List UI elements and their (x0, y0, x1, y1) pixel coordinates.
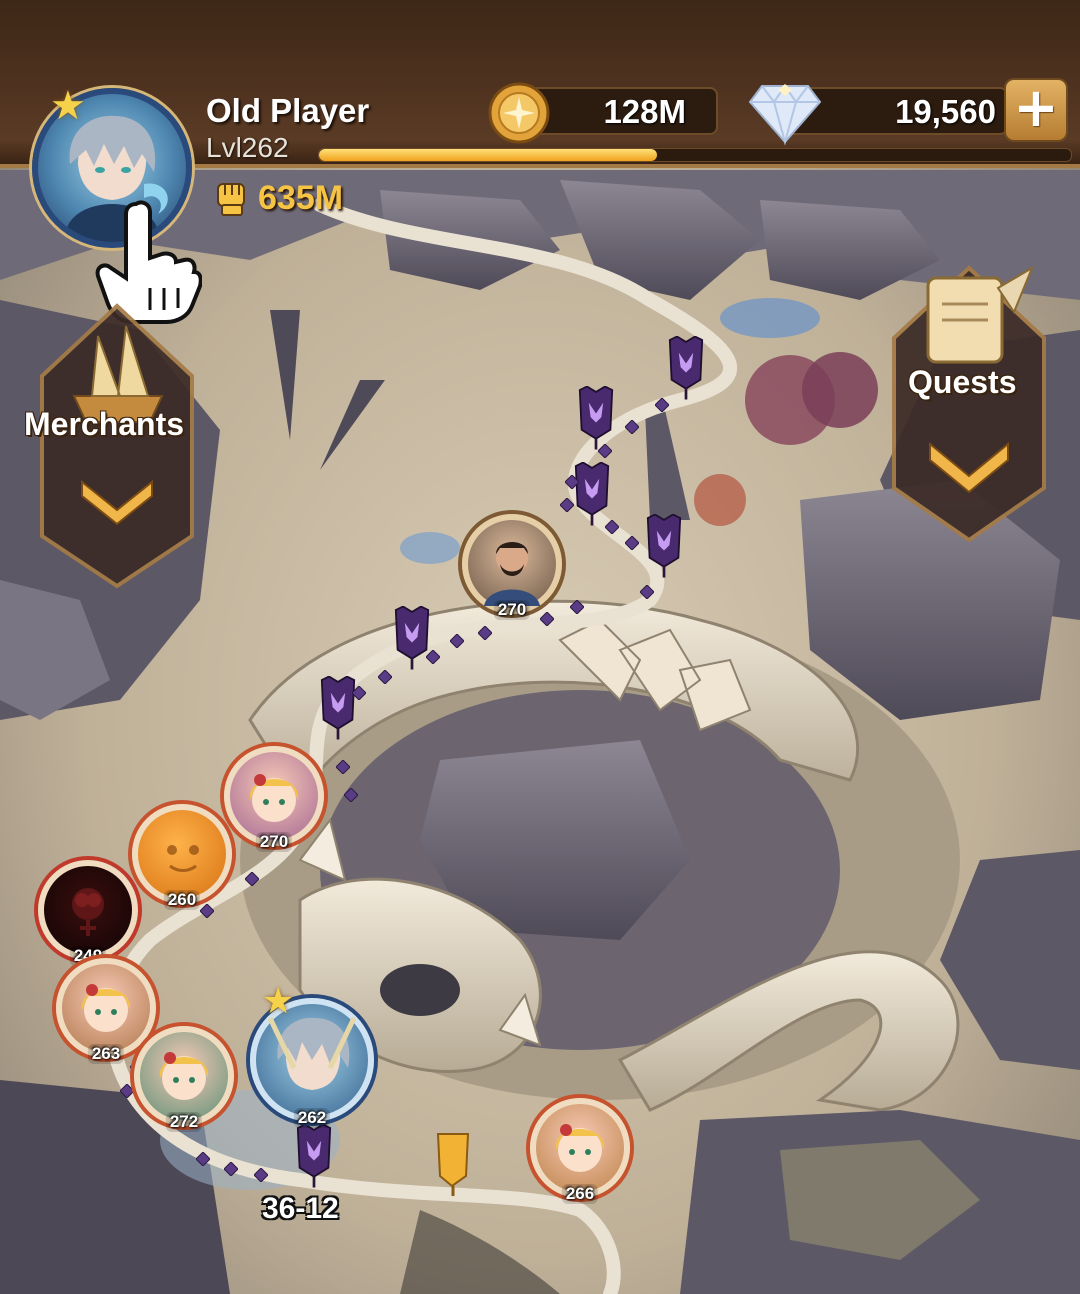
node-level: 272 (165, 1112, 203, 1132)
xp-bar (318, 148, 1072, 162)
merchants-label: Merchants (24, 406, 185, 442)
gold-value: 128M (603, 93, 686, 130)
player-photo-icon (484, 542, 540, 606)
node-level: 263 (87, 1044, 125, 1064)
map-node-orange[interactable]: 260 (132, 804, 232, 910)
xp-bar-fill (319, 149, 658, 161)
blonde-hero-icon (555, 1124, 605, 1172)
map-node-photo[interactable]: 270 (462, 514, 562, 620)
map-node-girl[interactable]: 272 (134, 1026, 234, 1132)
blonde-hero-icon (159, 1052, 209, 1100)
player-level: Lvl262 (206, 132, 289, 163)
quests-label: Quests (908, 364, 1017, 400)
map-node-girl[interactable]: 266 (530, 1098, 630, 1204)
rose-emblem-icon (72, 888, 104, 936)
node-level: 270 (493, 600, 531, 620)
map-node-girl[interactable]: 270 (224, 746, 324, 852)
combat-power: 635M (212, 176, 343, 220)
blonde-hero-icon (249, 774, 299, 822)
merchant-ship-icon (40, 303, 194, 589)
stage-label: 36-12 (262, 1192, 339, 1225)
player-name: Old Player (206, 92, 370, 129)
diamond-icon (748, 84, 822, 146)
node-level: 260 (163, 890, 201, 910)
node-level: 266 (561, 1184, 599, 1204)
quests-button[interactable]: Quests (886, 248, 1052, 548)
fist-icon (217, 183, 245, 216)
node-level: 270 (255, 832, 293, 852)
map-node-dark[interactable]: 249 (38, 860, 138, 966)
gem-value: 19,560 (895, 93, 996, 130)
add-gems-button[interactable]: + (1004, 78, 1068, 142)
star-icon: ★ (50, 83, 86, 129)
gold-coin-icon (488, 82, 550, 144)
star-icon: ★ (262, 981, 295, 1022)
orange-face-icon (167, 845, 199, 872)
node-level: 262 (293, 1108, 331, 1128)
power-value: 635M (258, 178, 344, 217)
merchants-button[interactable]: Merchants (22, 296, 212, 596)
